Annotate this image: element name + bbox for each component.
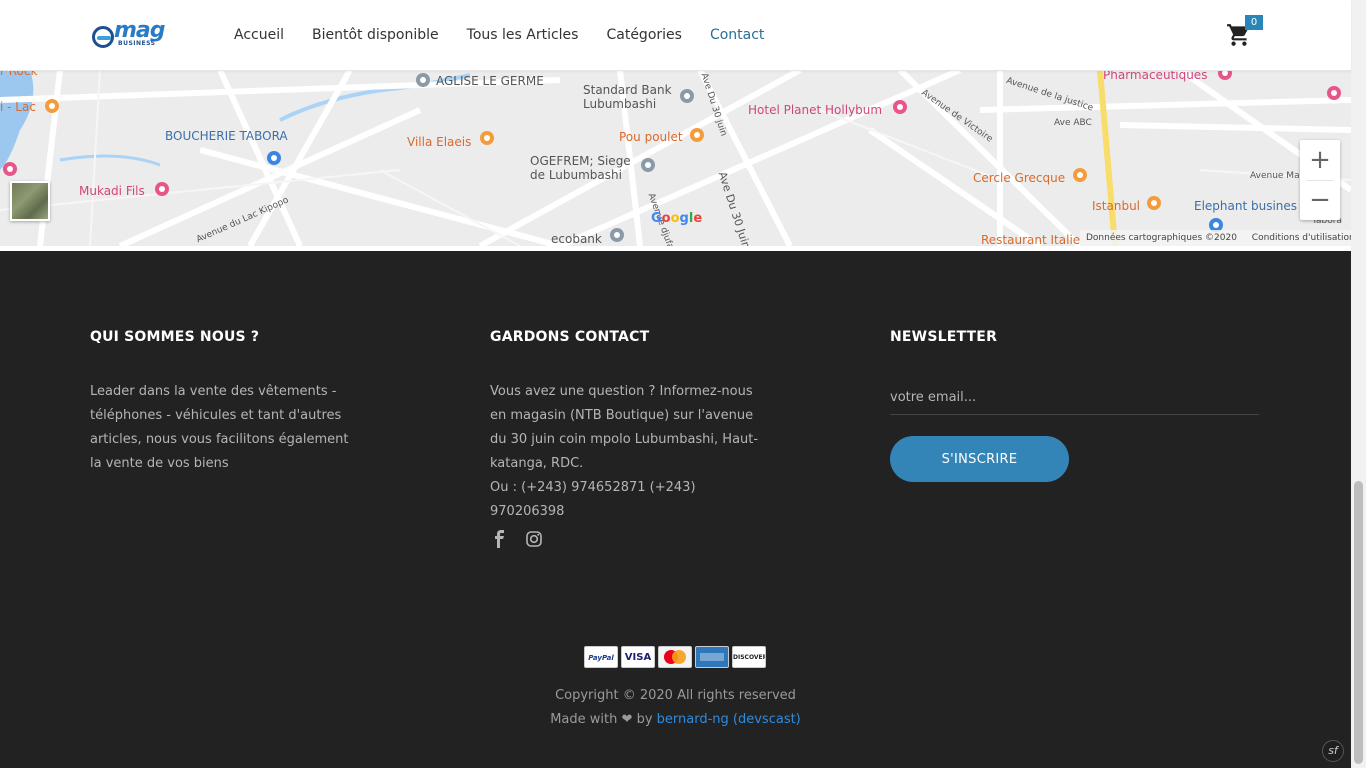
map-label-rock: r Rock [0,70,38,78]
map-pin-cercle[interactable] [1073,168,1087,182]
map-pin-pou-poulet[interactable] [690,128,704,142]
made-with-prefix: Made with [550,712,618,727]
logo-mark [92,26,114,48]
map-pin-hotel[interactable] [893,100,907,114]
instagram-icon[interactable] [524,529,544,549]
newsletter-email-input[interactable] [890,381,1259,415]
footer-contact-section: GARDONS CONTACT Vous avez une question ?… [490,329,765,524]
map-data-credit: Données cartographiques ©2020 [1086,233,1237,243]
map-pin-right-edge[interactable] [1327,86,1341,100]
discover-card-icon: DISCOVER [732,646,766,668]
map-label-aglise: AGLISE LE GERME [436,74,544,88]
nav-contact[interactable]: Contact [710,27,764,43]
logo-subtext: BUSINESS [118,40,156,47]
newsletter-title: NEWSLETTER [890,329,998,345]
about-title: QUI SOMMES NOUS ? [90,329,260,345]
main-nav: Accueil Bientôt disponible Tous les Arti… [234,0,792,70]
nav-categories[interactable]: Catégories [606,27,681,43]
contact-phones: Ou : (+243) 974652871 (+243) 970206398 [490,480,696,519]
cart-count-badge: 0 [1245,15,1263,30]
map-label-ave-ma: Avenue Ma [1250,171,1300,181]
google-map[interactable]: r Rock i - Lac AGLISE LE GERME Standard … [0,70,1351,246]
map-label-elephant: Elephant busines [1194,199,1298,213]
map-pin-villa[interactable] [480,131,494,145]
map-label-villa: Villa Elaeis [407,135,472,149]
amex-card-icon [695,646,729,668]
map-pin-aglise[interactable] [416,73,430,87]
map-terms-link[interactable]: Conditions d'utilisation [1252,233,1351,243]
map-pin-ogefrem[interactable] [641,158,655,172]
copyright-text: Copyright © 2020 All rights reserved [555,688,796,703]
site-header: mag BUSINESS Accueil Bientôt disponible … [0,0,1351,71]
map-label-mukadi: Mukadi Fils [79,184,145,198]
map-pin-boucherie[interactable] [267,151,281,165]
satellite-toggle-button[interactable] [10,181,50,221]
map-label-pharma: Pharmaceutiques [1103,70,1208,82]
map-label-standard-bank: Standard Bank Lubumbashi [583,83,672,111]
map-attribution: Données cartographiques ©2020 Conditions… [1080,230,1351,246]
map-pin-left-edge[interactable] [3,162,17,176]
footer-newsletter-section: NEWSLETTER [890,329,1260,345]
map-zoom-control: + − [1300,140,1340,220]
mastercard-card-icon [658,646,692,668]
symfony-toolbar-icon[interactable]: sf [1322,740,1344,762]
map-label-boucherie: BOUCHERIE TABORA [165,129,288,143]
map-label-ogefrem: OGEFREM; Siege de Lubumbashi [530,154,631,182]
map-label-hotel: Hotel Planet Hollybum [748,103,883,117]
map-label-lac: i - Lac [0,100,36,114]
scrollbar-thumb[interactable] [1354,481,1363,764]
author-link[interactable]: bernard-ng (devscast) [657,712,801,727]
google-logo: Google [651,211,703,226]
map-pin-istanbul[interactable] [1147,196,1161,210]
site-logo[interactable]: mag BUSINESS [92,18,166,50]
about-text: Leader dans la vente des vêtements - tél… [90,384,349,471]
nav-bientot-disponible[interactable]: Bientôt disponible [312,27,439,43]
map-label-restaurant: Restaurant Italie [981,233,1081,246]
map-label-cercle: Cercle Grecque [973,171,1066,185]
footer-about-section: QUI SOMMES NOUS ? Leader dans la vente d… [90,329,360,476]
site-footer: QUI SOMMES NOUS ? Leader dans la vente d… [0,251,1351,768]
map-pin-lac[interactable] [45,99,59,113]
contact-title: GARDONS CONTACT [490,329,650,345]
map-pin-mukadi[interactable] [155,182,169,196]
made-with-credit: Made with ❤ by bernard-ng (devscast) [0,712,1351,727]
map-label-istanbul: Istanbul [1092,199,1141,213]
heart-icon: ❤ [621,712,633,727]
nav-tous-les-articles[interactable]: Tous les Articles [467,27,579,43]
map-label-ecobank: ecobank [551,232,602,246]
payment-methods: PayPal VISA DISCOVER [584,646,769,668]
contact-text: Vous avez une question ? Informez-nous e… [490,384,759,471]
subscribe-button[interactable]: S'INSCRIRE [890,436,1069,482]
social-links [490,529,558,549]
map-pin-standard-bank[interactable] [680,89,694,103]
zoom-out-button[interactable]: − [1300,180,1340,220]
nav-accueil[interactable]: Accueil [234,27,284,43]
map-pin-ecobank[interactable] [610,228,624,242]
zoom-in-button[interactable]: + [1300,140,1340,180]
made-with-by: by [636,712,653,727]
paypal-card-icon: PayPal [584,646,618,668]
map-label-pou-poulet: Pou poulet [619,130,683,144]
map-label-ave-abc: Ave ABC [1054,118,1092,128]
facebook-icon[interactable] [490,529,510,549]
visa-card-icon: VISA [621,646,655,668]
